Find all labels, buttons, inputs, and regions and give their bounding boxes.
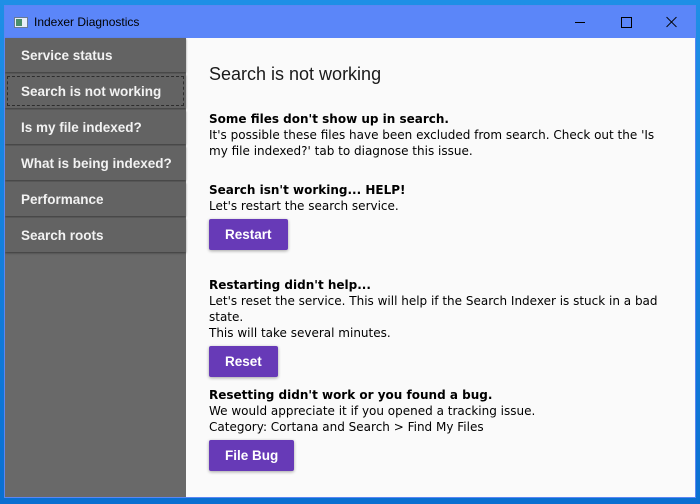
section-heading: Search isn't working... HELP! — [209, 183, 406, 197]
app-icon — [14, 16, 28, 28]
app-window: Indexer Diagnostics Service status Searc… — [4, 5, 696, 498]
title-bar[interactable]: Indexer Diagnostics — [5, 6, 695, 38]
section-heading: Restarting didn't help... — [209, 278, 371, 292]
section-text: Category: Cortana and Search > Find My F… — [209, 420, 484, 434]
file-bug-button[interactable]: File Bug — [209, 440, 295, 471]
maximize-button[interactable] — [603, 6, 649, 38]
section-file-bug: Resetting didn't work or you found a bug… — [209, 387, 669, 471]
sidebar-item-performance[interactable]: Performance — [5, 182, 186, 216]
section-restart: Search isn't working... HELP! Let's rest… — [209, 182, 669, 250]
sidebar-item-label: What is being indexed? — [21, 155, 172, 171]
section-text: Let's reset the service. This will help … — [209, 294, 658, 324]
section-reset: Restarting didn't help... Let's reset th… — [209, 277, 669, 377]
close-button[interactable] — [649, 6, 695, 38]
section-text: We would appreciate it if you opened a t… — [209, 404, 536, 418]
section-text: It's possible these files have been excl… — [209, 128, 655, 158]
restart-button[interactable]: Restart — [209, 219, 288, 250]
section-text: Let's restart the search service. — [209, 199, 399, 213]
window-title: Indexer Diagnostics — [34, 15, 140, 29]
section-text: This will take several minutes. — [209, 326, 391, 340]
minimize-button[interactable] — [557, 6, 603, 38]
sidebar-item-label: Is my file indexed? — [21, 119, 142, 135]
sidebar-item-service-status[interactable]: Service status — [5, 38, 186, 72]
sidebar-item-label: Performance — [21, 191, 104, 207]
page-title: Search is not working — [209, 64, 382, 84]
sidebar-item-label: Service status — [21, 47, 113, 63]
sidebar-item-search-roots[interactable]: Search roots — [5, 218, 186, 252]
sidebar-item-what-is-being-indexed[interactable]: What is being indexed? — [5, 146, 186, 180]
main-content: Search is not working Some files don't s… — [186, 38, 695, 497]
sidebar-item-label: Search roots — [21, 227, 104, 243]
maximize-icon — [620, 16, 632, 28]
sidebar-item-search-not-working[interactable]: Search is not working — [5, 74, 186, 108]
close-icon — [666, 16, 678, 28]
minimize-icon — [575, 21, 585, 23]
section-heading: Resetting didn't work or you found a bug… — [209, 388, 493, 402]
sidebar-nav: Service status Search is not working Is … — [5, 38, 186, 497]
window-controls — [557, 6, 695, 38]
sidebar-item-label: Search is not working — [21, 83, 162, 99]
section-heading: Some files don't show up in search. — [209, 112, 449, 126]
reset-button[interactable]: Reset — [209, 346, 278, 377]
section-missing-files: Some files don't show up in search. It's… — [209, 111, 669, 159]
sidebar-item-is-my-file-indexed[interactable]: Is my file indexed? — [5, 110, 186, 144]
